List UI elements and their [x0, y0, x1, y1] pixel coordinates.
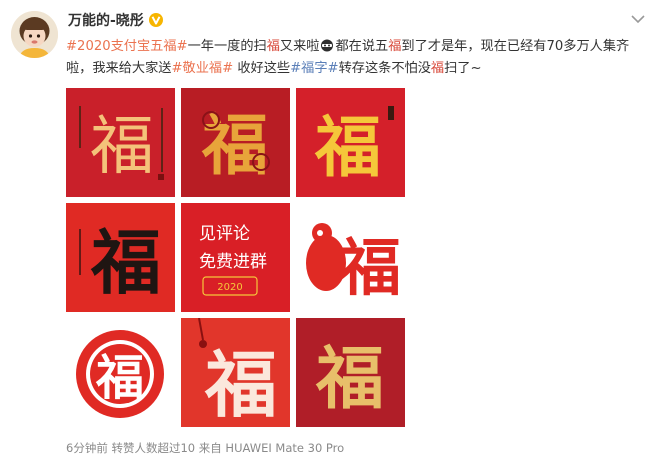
fu-highlight: 福	[430, 61, 445, 76]
text-segment: 都在说五	[335, 39, 389, 54]
text-segment: 扫了~	[444, 61, 482, 76]
promo-line-1: 见评论	[199, 224, 250, 244]
image-thumbnail-round-papercut-fu[interactable]: 福	[66, 318, 175, 427]
text-segment: 转存这条不怕没	[338, 61, 431, 76]
fu-glyph: 福	[315, 339, 384, 419]
avatar[interactable]	[11, 11, 58, 58]
post-header: 万能的-晓彤	[68, 10, 163, 30]
image-thumbnail-gold-fu-character[interactable]: 福	[296, 88, 405, 197]
image-thumbnail-calligraphy-fu-gold[interactable]: 福	[66, 88, 175, 197]
image-thumbnail-golden-brush-fu[interactable]: 福	[296, 318, 405, 427]
image-thumbnail-white-brush-fu[interactable]: 福	[181, 318, 290, 427]
repost-count: 转赞人数超过10	[111, 441, 196, 455]
image-thumbnail-see-comments-promo[interactable]: 见评论 免费进群 2020	[181, 203, 290, 312]
face-emoji-icon	[321, 39, 334, 52]
username[interactable]: 万能的-晓彤	[68, 10, 144, 30]
post-source[interactable]: 来自 HUAWEI Mate 30 Pro	[199, 441, 344, 455]
fu-glyph: 福	[338, 231, 401, 304]
weibo-post: 万能的-晓彤 #2020支付宝五福#一年一度的扫福又来啦 都在说五福到了才是年，现…	[0, 0, 659, 462]
fu-glyph: 福	[201, 106, 268, 184]
hashtag-link[interactable]: #敬业福#	[172, 61, 234, 76]
verified-icon	[148, 13, 163, 27]
image-thumbnail-papercut-fu-gold[interactable]: 福	[181, 88, 290, 197]
image-thumbnail-black-ink-fu[interactable]: 福	[66, 203, 175, 312]
fu-glyph: 福	[314, 108, 381, 186]
fu-glyph: 福	[204, 342, 277, 427]
promo-stamp: 2020	[217, 282, 242, 293]
text-segment: 收好这些	[233, 61, 291, 76]
fu-glyph: 福	[95, 350, 144, 406]
image-thumbnail-rat-papercut-fu[interactable]: 福	[296, 203, 405, 312]
post-time[interactable]: 6分钟前	[66, 441, 108, 455]
chevron-down-icon[interactable]	[631, 14, 645, 24]
fu-glyph: 福	[90, 221, 161, 304]
post-meta: 6分钟前 转赞人数超过10 来自 HUAWEI Mate 30 Pro	[66, 440, 344, 456]
fu-glyph: 福	[90, 110, 154, 184]
hashtag-link[interactable]: #2020支付宝五福#	[66, 39, 188, 54]
post-text: #2020支付宝五福#一年一度的扫福又来啦 都在说五福到了才是年，现在已经有70多…	[66, 36, 642, 80]
fu-highlight: 福	[388, 39, 402, 54]
text-segment: 一年一度的扫	[187, 39, 267, 54]
promo-line-2: 免费进群	[199, 252, 267, 272]
hashtag-link[interactable]: #福字#	[290, 61, 338, 76]
fu-highlight: 福	[266, 39, 280, 54]
text-segment: 又来啦	[279, 39, 320, 54]
image-grid: 福 福 福 福 见评论 免费进群 2020 福 福 福 福	[66, 88, 405, 427]
avatar-image	[11, 11, 58, 58]
